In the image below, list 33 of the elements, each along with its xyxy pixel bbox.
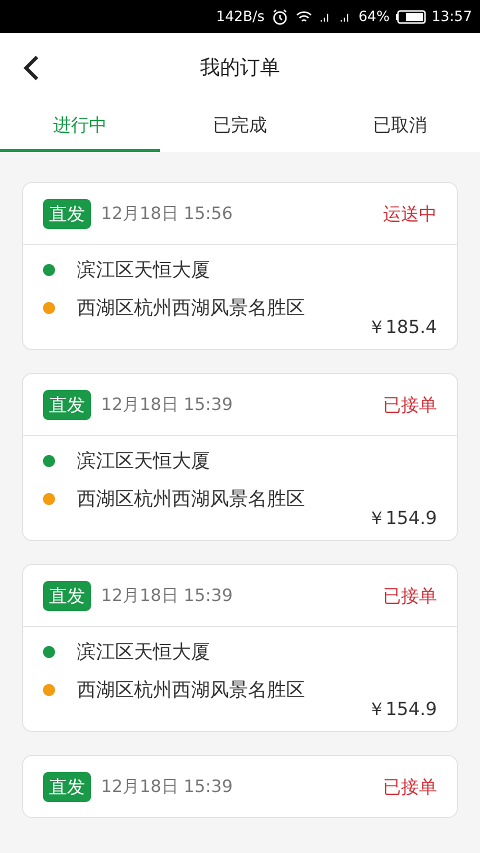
address-text: 滨江区天恒大厦 <box>77 449 210 474</box>
order-status: 已接单 <box>383 394 437 416</box>
order-status: 已接单 <box>383 584 437 608</box>
address-text: 滨江区天恒大厦 <box>77 640 210 665</box>
battery-percent: 64% <box>358 8 390 24</box>
order-price: ￥185.4 <box>367 316 437 339</box>
order-card[interactable]: 直发 12月18日 15:39 已接单 <box>22 755 458 818</box>
order-time: 12月18日 15:39 <box>101 776 234 798</box>
battery-icon <box>396 10 426 24</box>
address-text: 西湖区杭州西湖风景名胜区 <box>77 678 305 703</box>
network-speed: 142B/s <box>216 8 265 24</box>
clock-time: 13:57 <box>432 8 472 24</box>
address-text: 西湖区杭州西湖风景名胜区 <box>77 296 305 321</box>
wifi-icon <box>294 8 313 24</box>
page-title: 我的订单 <box>200 54 280 80</box>
order-card[interactable]: 直发 12月18日 15:56 运送中 滨江区天恒大厦 西湖区杭州西湖风景名胜区 ￥185.4 <box>22 182 458 350</box>
order-tag: 直发 <box>43 390 91 420</box>
address-text: 西湖区杭州西湖风景名胜区 <box>77 487 305 512</box>
order-price: ￥154.9 <box>367 507 437 530</box>
order-status: 已接单 <box>383 776 437 798</box>
order-tag: 直发 <box>43 772 91 802</box>
address-text: 滨江区天恒大厦 <box>77 258 210 283</box>
order-status: 运送中 <box>383 202 437 226</box>
order-time: 12月18日 15:39 <box>101 585 234 607</box>
alarm-icon <box>270 8 289 24</box>
order-price: ￥154.9 <box>367 698 437 721</box>
order-time: 12月18日 15:56 <box>101 203 234 225</box>
order-card[interactable]: 直发 12月18日 15:39 已接单 滨江区天恒大厦 西湖区杭州西湖风景名胜区 ￥154.9 <box>22 564 458 732</box>
order-card[interactable]: 直发 12月18日 15:39 已接单 滨江区天恒大厦 西湖区杭州西湖风景名胜区 ￥154.9 <box>22 373 458 541</box>
order-time: 12月18日 15:39 <box>101 394 234 416</box>
back-icon <box>22 55 40 81</box>
order-tag: 直发 <box>43 198 91 228</box>
order-tag: 直发 <box>43 580 91 610</box>
